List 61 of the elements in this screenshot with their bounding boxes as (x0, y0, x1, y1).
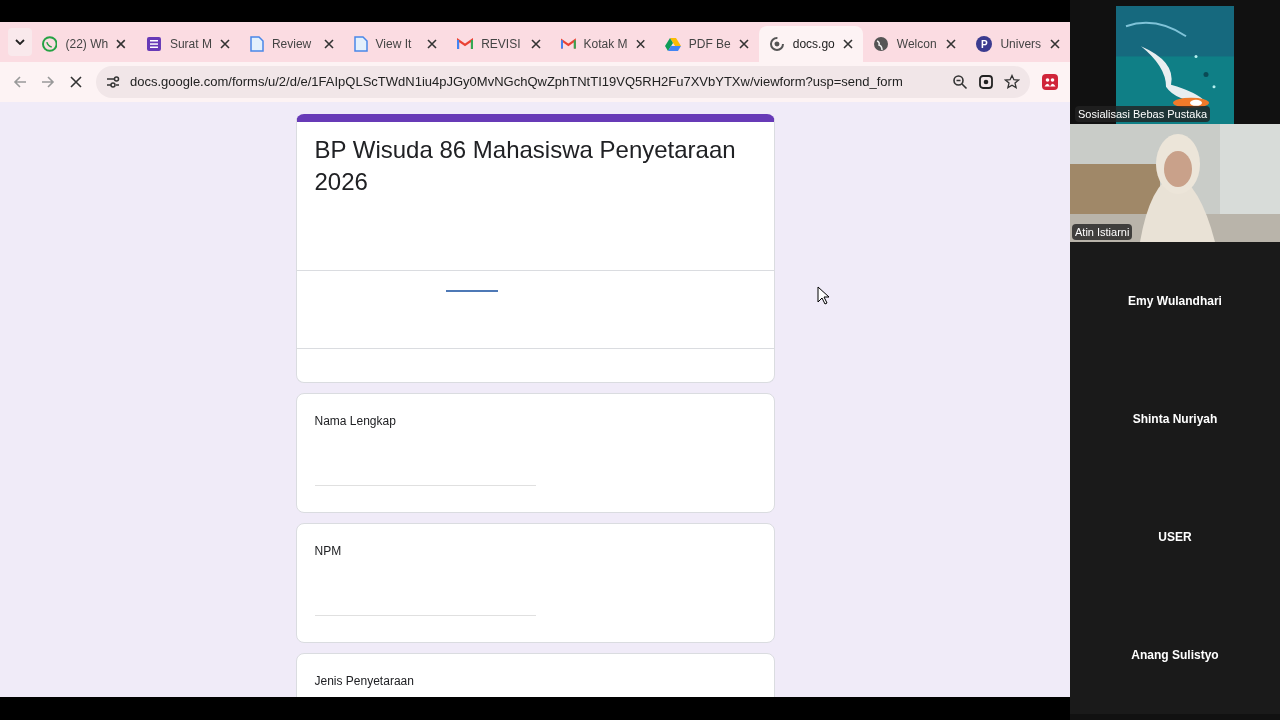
logo-icon: P (976, 36, 993, 52)
envelope-icon (457, 38, 474, 50)
tab-title: View It (375, 36, 413, 53)
tab-title: Surat M (169, 36, 212, 53)
tab-title: REVISI (481, 36, 522, 53)
tab-title: Kotak M (583, 36, 628, 53)
browser-tab[interactable]: docs.go (758, 26, 863, 62)
question-label: Jenis Penyetaraan (314, 673, 415, 690)
loading-icon (768, 36, 785, 52)
tab-title: (22) Wh (65, 36, 109, 53)
form-icon (145, 36, 162, 52)
tab-title: Review (271, 36, 313, 53)
back-icon[interactable] (12, 74, 28, 90)
extension-icon[interactable] (1042, 74, 1058, 90)
form-title: BP Wisuda 86 Mahasiswa Penyetaraan 2026 (314, 135, 737, 197)
zoom-out-icon[interactable] (952, 74, 968, 90)
browser-tab[interactable]: Surat M (135, 26, 240, 62)
close-icon[interactable] (116, 39, 126, 49)
url-text: docs.google.com/forms/u/2/d/e/1FAIpQLScTWdN1iu4pJGy0MvNGchQwZphTNtTI19VQ5RH2Fu7XVbYTXw/viewform?usp=send_form (130, 73, 904, 92)
document-icon (249, 36, 264, 52)
star-icon[interactable] (1004, 74, 1020, 90)
close-icon[interactable] (323, 39, 334, 49)
tab-title: docs.go (792, 36, 835, 53)
chat-bubble-icon (41, 36, 58, 52)
close-icon[interactable] (219, 39, 230, 49)
close-icon[interactable] (842, 39, 853, 49)
close-icon[interactable] (1050, 39, 1060, 49)
tab-list-button[interactable] (8, 28, 32, 56)
participant-name: Shinta Nuriyah (1132, 411, 1218, 428)
browser-tab[interactable]: Review (239, 26, 344, 62)
stop-icon[interactable] (68, 74, 84, 90)
tab-title: Welcon (896, 36, 938, 53)
document-icon (353, 36, 368, 52)
triangle-icon (664, 37, 681, 51)
envelope-icon (560, 38, 576, 50)
close-icon[interactable] (427, 39, 438, 49)
browser-tab[interactable]: Welcon (862, 26, 967, 62)
participant-name: USER (1158, 529, 1192, 546)
question-label: Nama Lengkap (314, 413, 397, 430)
browser-tab[interactable]: (22) Wh (31, 26, 136, 62)
participant-name: Emy Wulandhari (1128, 293, 1222, 310)
close-icon[interactable] (635, 39, 645, 49)
browser-tab[interactable]: Kotak M (550, 26, 655, 62)
tab-title: PDF Be (688, 36, 731, 53)
question-label: NPM (314, 543, 343, 560)
browser-tab[interactable]: REVISI (447, 26, 551, 62)
close-icon[interactable] (530, 39, 541, 49)
globe-icon (872, 36, 889, 52)
cursor-icon (817, 286, 829, 305)
address-bar[interactable]: docs.google.com/forms/u/2/d/e/1FAIpQLScTWdN1iu4pJGy0MvNGchQwZphTNtTI19VQ5RH2Fu7XVbYTXw/viewform?usp=send_form (96, 66, 1030, 98)
browser-tab[interactable]: P Univers (966, 26, 1070, 62)
forward-icon[interactable] (40, 74, 56, 90)
browser-tab[interactable]: PDF Be (654, 26, 759, 62)
lens-icon[interactable] (978, 74, 994, 90)
chevron-down-icon (14, 39, 25, 45)
close-icon[interactable] (738, 39, 749, 49)
close-icon[interactable] (946, 39, 957, 49)
tab-title: Univers (1000, 36, 1042, 53)
participant-name: Anang Sulistyo (1131, 647, 1219, 664)
browser-tab[interactable]: View It (343, 26, 448, 62)
sliders-icon[interactable] (106, 75, 120, 89)
